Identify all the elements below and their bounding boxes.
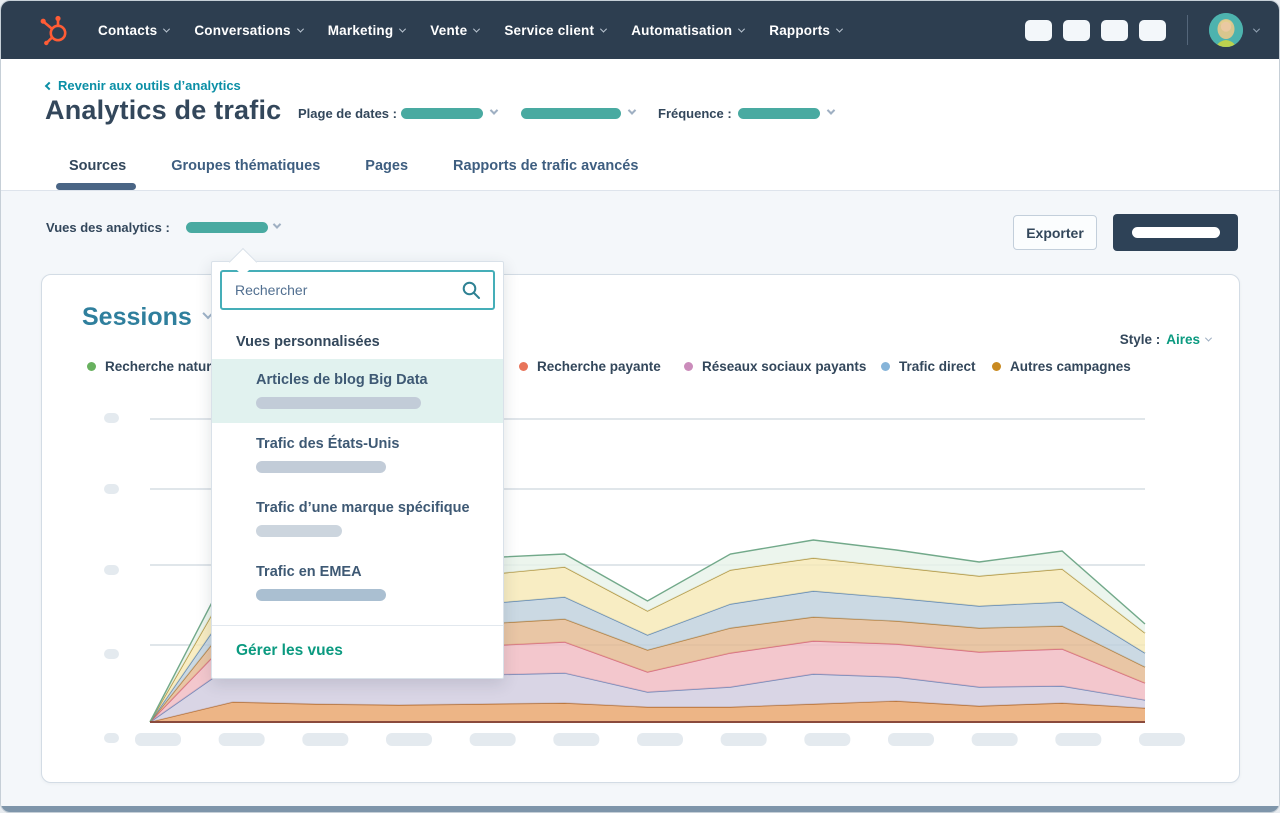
x-tick-placeholder <box>135 733 181 746</box>
nav-item-automatisation[interactable]: Automatisation <box>631 23 746 38</box>
nav-item-vente[interactable]: Vente <box>430 23 481 38</box>
chevron-down-icon[interactable] <box>627 106 637 115</box>
x-tick-placeholder <box>888 733 934 746</box>
style-label: Style : <box>1119 332 1161 347</box>
chevron-down-icon[interactable] <box>489 106 499 115</box>
nav-item-service-client[interactable]: Service client <box>504 23 608 38</box>
export-button[interactable]: Exporter <box>1013 215 1097 250</box>
y-tick-placeholder <box>104 733 119 743</box>
nav-icon-placeholder[interactable] <box>1063 19 1090 41</box>
nav-utilities <box>1025 1 1261 59</box>
chart-title: Sessions <box>82 303 192 331</box>
x-tick-placeholder <box>302 733 349 746</box>
tab-sources[interactable]: Sources <box>69 158 126 174</box>
chevron-down-icon <box>399 25 407 33</box>
tab-rapports-de-trafic-avances[interactable]: Rapports de trafic avancés <box>453 158 638 174</box>
chart-style-select[interactable]: Style : Aires <box>1119 332 1213 347</box>
tab-bar: Sources Groupes thématiques Pages Rapports … <box>69 158 638 174</box>
nav-item-contacts[interactable]: Contacts <box>98 23 171 38</box>
chevron-down-icon[interactable] <box>1252 25 1261 33</box>
x-tick-placeholder <box>1055 733 1102 746</box>
chart-metric-select[interactable]: Sessions <box>82 303 214 332</box>
chevron-down-icon <box>473 25 481 33</box>
active-tab-indicator <box>56 183 136 190</box>
views-label: Vues des analytics : <box>46 220 170 235</box>
x-tick-placeholder <box>553 733 600 746</box>
view-meta-placeholder <box>256 589 386 601</box>
date-range-end-select[interactable] <box>521 108 621 119</box>
y-tick-placeholder <box>104 565 119 575</box>
nav-divider <box>1187 15 1188 45</box>
views-search-box <box>220 270 495 310</box>
chevron-down-icon <box>738 25 746 33</box>
hubspot-logo-icon[interactable] <box>37 12 73 48</box>
breadcrumb-back-link[interactable]: Revenir aux outils d’analytics <box>44 78 241 93</box>
chevron-down-icon <box>296 25 304 33</box>
breadcrumb-label: Revenir aux outils d’analytics <box>58 78 241 93</box>
view-item-trafic-d-une-marque-specifique[interactable]: Trafic d’une marque spécifique <box>212 487 503 551</box>
chevron-down-icon <box>836 25 844 33</box>
y-tick-placeholder <box>104 649 119 659</box>
primary-action-button[interactable] <box>1113 214 1238 251</box>
legend-dot-icon <box>992 362 1001 371</box>
chevron-down-icon <box>163 25 171 33</box>
view-meta-placeholder <box>256 461 386 473</box>
legend-item-trafic-direct[interactable]: Trafic direct <box>881 359 976 374</box>
y-tick-placeholder <box>104 484 119 494</box>
x-tick-placeholder <box>720 733 767 746</box>
view-meta-placeholder <box>256 525 342 537</box>
views-list: Articles de blog Big Data Trafic des État… <box>212 359 503 625</box>
style-value: Aires <box>1166 332 1200 347</box>
avatar[interactable] <box>1209 13 1243 47</box>
search-icon <box>462 281 480 299</box>
x-tick-placeholder <box>637 733 683 746</box>
legend-dot-icon <box>684 362 693 371</box>
legend-item-autres-campagnes[interactable]: Autres campagnes <box>992 359 1131 374</box>
date-range-start-select[interactable] <box>401 108 483 119</box>
manage-views-link[interactable]: Gérer les vues <box>236 642 343 659</box>
legend-item-recherche-payante[interactable]: Recherche payante <box>519 359 661 374</box>
chevron-down-icon <box>600 25 608 33</box>
nav-icon-placeholder[interactable] <box>1101 19 1128 41</box>
tab-pages[interactable]: Pages <box>365 158 408 174</box>
view-item-trafic-des-etats-unis[interactable]: Trafic des États-Unis <box>212 423 503 487</box>
analytics-views-select[interactable] <box>186 222 268 233</box>
y-tick-placeholder <box>104 413 119 423</box>
nav-item-marketing[interactable]: Marketing <box>328 23 407 38</box>
frequency-label: Fréquence : <box>658 106 732 121</box>
search-input[interactable] <box>222 282 461 298</box>
analytics-views-dropdown: Vues personnalisées Articles de blog Big… <box>211 244 504 679</box>
view-meta-placeholder <box>256 397 421 409</box>
nav-icon-placeholder[interactable] <box>1139 19 1166 41</box>
views-footer: Gérer les vues <box>212 625 503 678</box>
nav-item-conversations[interactable]: Conversations <box>194 23 304 38</box>
x-tick-placeholder <box>469 733 516 746</box>
x-tick-placeholder <box>386 733 432 746</box>
x-tick-placeholder <box>804 733 851 746</box>
view-item-articles-de-blog-big-data[interactable]: Articles de blog Big Data <box>212 359 503 423</box>
page-title: Analytics de trafic <box>45 95 282 125</box>
view-item-trafic-en-emea[interactable]: Trafic en EMEA <box>212 551 503 615</box>
views-section-title: Vues personnalisées <box>236 334 380 350</box>
date-range-label: Plage de dates : <box>298 106 397 121</box>
nav-item-rapports[interactable]: Rapports <box>769 23 844 38</box>
x-tick-placeholder <box>1139 733 1185 746</box>
primary-nav: Contacts Conversations Marketing Vente Servi… <box>98 1 844 59</box>
back-chevron-icon <box>44 81 54 90</box>
window-bottom-edge <box>1 806 1279 812</box>
legend-dot-icon <box>519 362 528 371</box>
nav-icon-placeholder[interactable] <box>1025 19 1052 41</box>
chevron-down-icon <box>1204 334 1213 342</box>
chevron-down-icon[interactable] <box>826 106 836 115</box>
button-label-placeholder <box>1131 227 1220 238</box>
app-window: Contacts Conversations Marketing Vente Servi… <box>0 0 1280 813</box>
legend-dot-icon <box>881 362 890 371</box>
x-tick-placeholder <box>218 733 265 746</box>
tab-groupes-thematiques[interactable]: Groupes thématiques <box>171 158 320 174</box>
top-navigation: Contacts Conversations Marketing Vente Servi… <box>1 1 1279 59</box>
legend-item-reseaux-sociaux-payants[interactable]: Réseaux sociaux payants <box>684 359 866 374</box>
frequency-select[interactable] <box>738 108 820 119</box>
legend-dot-icon <box>87 362 96 371</box>
x-tick-placeholder <box>971 733 1018 746</box>
